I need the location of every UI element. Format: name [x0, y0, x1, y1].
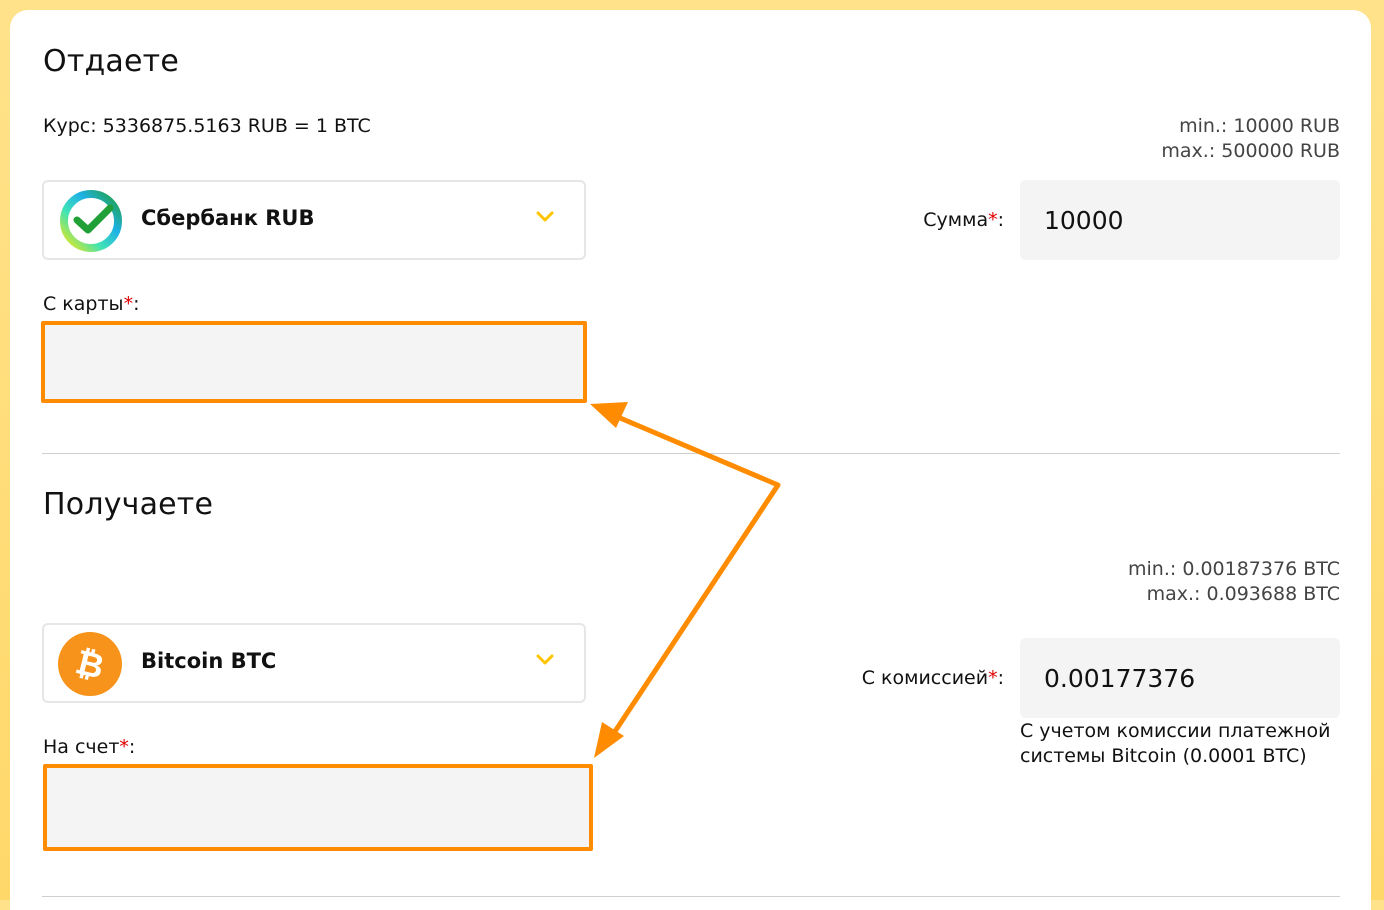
card-number-input[interactable]	[41, 321, 587, 403]
give-currency-label: Сбербанк RUB	[141, 206, 315, 230]
receive-min-limit: min.: 0.00187376 BTC	[1128, 558, 1340, 580]
account-field-label: На счет*:	[43, 736, 136, 758]
bitcoin-logo-icon: ₿	[58, 632, 122, 700]
required-mark: *	[988, 667, 998, 689]
section-divider	[42, 896, 1340, 897]
fee-label: С комиссией*:	[861, 667, 1004, 689]
receive-section-title: Получаете	[43, 487, 214, 522]
exchange-rate: Курс: 5336875.5163 RUB = 1 BTC	[43, 115, 371, 137]
sberbank-logo-icon	[58, 188, 124, 258]
give-currency-select[interactable]: Сбербанк RUB	[42, 180, 586, 260]
amount-label: Сумма*:	[923, 209, 1004, 231]
fee-amount-input[interactable]: 0.00177376	[1020, 638, 1340, 718]
receive-currency-label: Bitcoin BTC	[141, 649, 277, 673]
account-number-input[interactable]	[43, 764, 593, 851]
chevron-down-icon	[536, 651, 554, 670]
required-mark: *	[119, 736, 129, 758]
give-section-title: Отдаете	[43, 44, 180, 79]
receive-currency-select[interactable]: ₿ Bitcoin BTC	[42, 623, 586, 703]
chevron-down-icon	[536, 208, 554, 227]
card-field-label: С карты*:	[43, 293, 140, 315]
give-min-limit: min.: 10000 RUB	[1179, 115, 1340, 137]
section-divider	[42, 453, 1340, 454]
receive-max-limit: max.: 0.093688 BTC	[1146, 583, 1340, 605]
give-max-limit: max.: 500000 RUB	[1161, 140, 1340, 162]
required-mark: *	[123, 293, 134, 315]
required-mark: *	[988, 209, 998, 231]
fee-note: С учетом комиссии платежной системы Bitc…	[1020, 720, 1331, 767]
amount-input[interactable]: 10000	[1020, 180, 1340, 260]
